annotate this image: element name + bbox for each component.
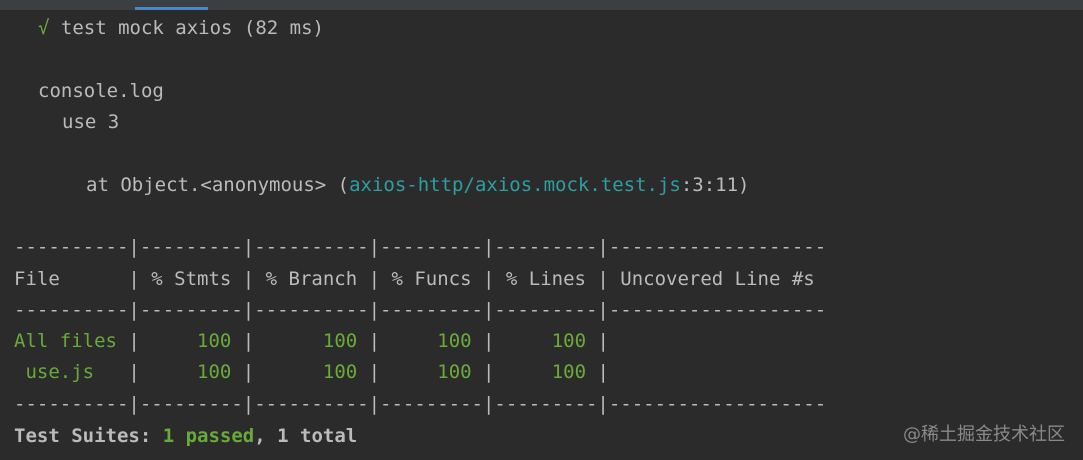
lines-cell: 100 — [551, 361, 587, 383]
run-console: √ test mock axios (82 ms) console.log us… — [0, 10, 1083, 460]
stack-file-link[interactable]: axios-http/axios.mock.test.js — [349, 174, 681, 196]
stack-suffix: :3:11) — [680, 174, 750, 196]
watermark: @稀土掘金技术社区 — [903, 424, 1065, 445]
console-log-message: use 3 — [62, 111, 120, 133]
funcs-cell: 100 — [437, 361, 472, 383]
tab-bar — [0, 0, 1083, 10]
summary-line: Test Suites: 1 passed, 1 total — [14, 421, 357, 452]
stmts-cell: 100 — [197, 361, 232, 383]
stack-prefix: at Object.<anonymous> ( — [86, 174, 350, 196]
stmts-cell: 100 — [197, 330, 232, 352]
branch-cell: 100 — [322, 330, 358, 352]
summary-label: Test Suites: — [14, 425, 152, 447]
lines-cell: 100 — [551, 330, 587, 352]
branch-cell: 100 — [322, 361, 358, 383]
table-row: use.js | 100 | 100 | 100 | 100 | — [14, 361, 609, 383]
table-separator: ----------|---------|----------|--------… — [14, 393, 827, 415]
file-cell: All files — [14, 330, 129, 352]
summary-rest: , 1 total — [254, 425, 358, 447]
file-cell: use.js — [14, 361, 129, 383]
table-header: File | % Stmts | % Branch | % Funcs | % … — [14, 268, 815, 290]
table-row: All files | 100 | 100 | 100 | 100 | — [14, 330, 609, 352]
check-icon: √ — [38, 17, 50, 39]
table-separator: ----------|---------|----------|--------… — [14, 299, 827, 321]
console-log-label: console.log — [38, 80, 164, 102]
summary-passed: 1 passed — [162, 425, 255, 447]
table-separator: ----------|---------|----------|--------… — [14, 236, 827, 258]
funcs-cell: 100 — [437, 330, 472, 352]
stack-trace-line: at Object.<anonymous> (axios-http/axios.… — [86, 170, 749, 201]
test-result-text: test mock axios (82 ms) — [49, 17, 324, 39]
test-result-line: √ test mock axios (82 ms) — [38, 13, 324, 44]
